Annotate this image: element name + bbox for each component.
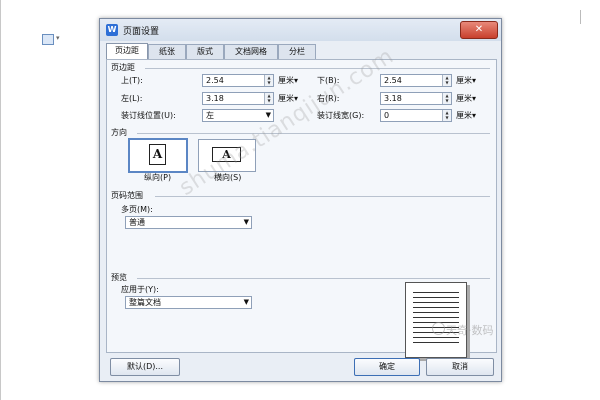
ok-button[interactable]: 确定: [354, 358, 420, 376]
preview-text-line: [413, 307, 459, 308]
portrait-option[interactable]: A: [128, 138, 188, 173]
multiple-pages-value: 普通: [129, 218, 145, 227]
portrait-page-icon: A: [149, 144, 166, 165]
preview-text-line: [413, 317, 459, 318]
apply-to-value: 整篇文档: [129, 298, 161, 307]
right-margin-unit-dropdown[interactable]: 厘米▾: [456, 93, 476, 104]
top-margin-value: 2.54: [206, 76, 224, 85]
bottom-margin-value: 2.54: [384, 76, 402, 85]
tab-paper[interactable]: 纸张: [148, 44, 186, 59]
close-button[interactable]: ✕: [460, 21, 498, 39]
tab-layout[interactable]: 版式: [186, 44, 224, 59]
bottom-margin-unit-dropdown[interactable]: 厘米▾: [456, 75, 476, 86]
spin-arrows-icon[interactable]: ▲ ▼: [442, 75, 451, 86]
top-margin-input[interactable]: 2.54 ▲ ▼: [202, 74, 274, 87]
title-bar[interactable]: W 页面设置 ✕: [100, 19, 501, 41]
document-icon[interactable]: [42, 34, 54, 45]
dialog-title: 页面设置: [123, 27, 160, 37]
preview-text-line: [413, 292, 459, 293]
preview-section-title: 预览: [111, 273, 127, 282]
window-edge: [0, 0, 1, 400]
portrait-label[interactable]: 纵向(P): [144, 172, 171, 183]
separator: [137, 278, 490, 279]
gutter-position-value: 左: [206, 111, 214, 120]
separator: [137, 133, 490, 134]
multiple-pages-label: 多页(M):: [121, 205, 153, 214]
preview-text-line: [413, 312, 459, 313]
right-margin-input[interactable]: 3.18 ▲ ▼: [380, 92, 452, 105]
chevron-down-icon: ▼: [243, 298, 249, 306]
bottom-margin-input[interactable]: 2.54 ▲ ▼: [380, 74, 452, 87]
apply-to-label: 应用于(Y):: [121, 285, 159, 294]
left-margin-value: 3.18: [206, 94, 224, 103]
preview-text-line: [413, 342, 459, 343]
preview-text-line: [413, 302, 459, 303]
spin-arrows-icon[interactable]: ▲ ▼: [442, 93, 451, 104]
apply-to-select[interactable]: 整篇文档 ▼: [125, 296, 252, 309]
tab-document-grid[interactable]: 文档网格: [224, 44, 278, 59]
chevron-down-icon[interactable]: ▾: [56, 34, 60, 42]
top-margin-label: 上(T):: [121, 76, 143, 85]
gutter-width-value: 0: [384, 111, 390, 120]
tab-margins[interactable]: 页边距: [106, 43, 148, 60]
chevron-down-icon: ▼: [243, 218, 249, 226]
tab-columns[interactable]: 分栏: [278, 44, 316, 59]
brand-watermark: 天奇·数码: [446, 324, 494, 337]
default-button[interactable]: 默认(D)...: [110, 358, 180, 376]
spin-arrows-icon[interactable]: ▲ ▼: [264, 93, 273, 104]
left-margin-input[interactable]: 3.18 ▲ ▼: [202, 92, 274, 105]
multiple-pages-select[interactable]: 普通 ▼: [125, 216, 252, 229]
spin-arrows-icon[interactable]: ▲ ▼: [442, 110, 451, 121]
gutter-position-label: 装订线位置(U):: [121, 111, 176, 120]
ruler-mark: [580, 10, 581, 24]
page-preview: [405, 282, 467, 358]
right-margin-value: 3.18: [384, 94, 402, 103]
wps-app-icon: W: [106, 24, 118, 36]
orientation-section-title: 方向: [111, 128, 127, 137]
separator: [145, 68, 490, 69]
separator: [155, 196, 490, 197]
gutter-width-unit-dropdown[interactable]: 厘米▾: [456, 110, 476, 121]
top-margin-unit-dropdown[interactable]: 厘米▾: [278, 75, 298, 86]
spin-arrows-icon[interactable]: ▲ ▼: [264, 75, 273, 86]
gutter-position-select[interactable]: 左 ▼: [202, 109, 274, 122]
preview-text-line: [413, 297, 459, 298]
page-range-section-title: 页码范围: [111, 191, 143, 200]
margins-section-title: 页边距: [111, 63, 135, 72]
brand-logo-icon: [432, 322, 445, 335]
left-margin-label: 左(L):: [121, 94, 143, 103]
cancel-button[interactable]: 取消: [426, 358, 494, 376]
gutter-width-input[interactable]: 0 ▲ ▼: [380, 109, 452, 122]
